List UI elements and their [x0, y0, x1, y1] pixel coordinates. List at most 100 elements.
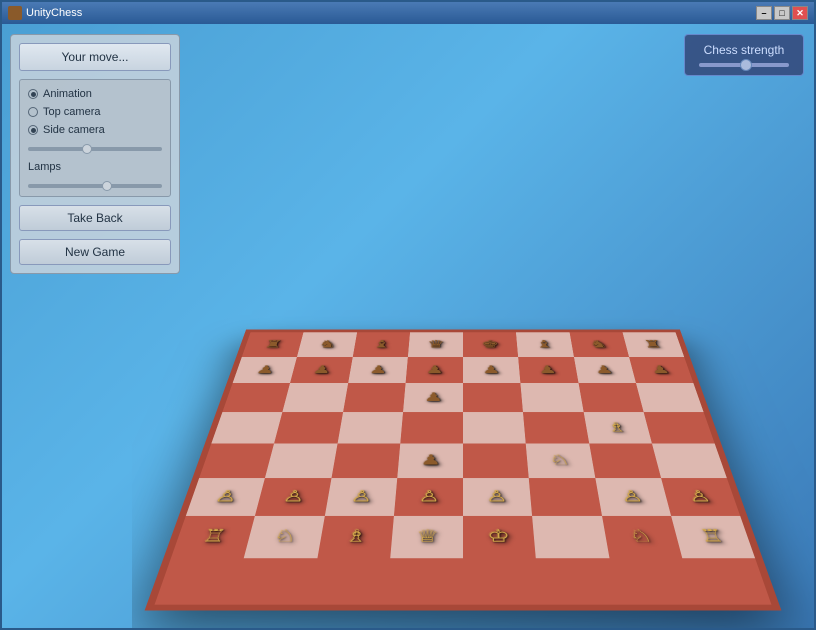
- cell-h6: [636, 383, 704, 412]
- piece-h8: ♜: [642, 339, 662, 349]
- strength-panel: Chess strength: [684, 34, 804, 76]
- cell-g7: ♟: [574, 357, 636, 383]
- lamps-slider-container: [28, 181, 162, 188]
- piece-c1: ♗: [344, 528, 369, 545]
- top-camera-radio[interactable]: [28, 107, 38, 117]
- minimize-button[interactable]: –: [756, 6, 772, 20]
- piece-g7: ♟: [594, 364, 614, 375]
- title-bar: UnityChess – □ ✕: [2, 2, 814, 24]
- side-camera-label: Side camera: [43, 124, 105, 136]
- board-grid: ♜ ♞ ♝ ♛ ♚ ♝ ♞ ♜ ♟ ♟ ♟ ♟ ♟ ♟: [155, 332, 772, 604]
- cell-e5: [463, 412, 526, 443]
- camera-slider-track: [28, 147, 162, 151]
- piece-f8: ♝: [535, 339, 554, 349]
- cell-d6: ♟: [403, 383, 463, 412]
- cell-h1: ♖: [671, 516, 755, 558]
- piece-b7: ♟: [312, 364, 332, 375]
- cell-b8: ♞: [297, 332, 357, 356]
- cell-c6: [343, 383, 406, 412]
- cell-f8: ♝: [516, 332, 573, 356]
- piece-e8: ♚: [481, 339, 499, 349]
- cell-f7: ♟: [518, 357, 578, 383]
- piece-b8: ♞: [318, 339, 338, 349]
- cell-c8: ♝: [352, 332, 409, 356]
- lamps-slider-thumb[interactable]: [102, 181, 112, 191]
- animation-option[interactable]: Animation: [28, 88, 162, 100]
- piece-c8: ♝: [372, 339, 391, 349]
- cell-d4: ♟: [397, 443, 463, 477]
- board-surface: ♜ ♞ ♝ ♛ ♚ ♝ ♞ ♜ ♟ ♟ ♟ ♟ ♟ ♟: [145, 330, 782, 611]
- cell-g1: ♘: [602, 516, 682, 558]
- cell-a4: [199, 443, 274, 477]
- cell-b6: [283, 383, 348, 412]
- piece-e1: ♔: [487, 528, 511, 545]
- piece-d3: ♙: [418, 489, 440, 505]
- cell-a8: ♜: [242, 332, 304, 356]
- piece-h7: ♟: [650, 364, 671, 375]
- cell-b5: [274, 412, 342, 443]
- title-bar-left: UnityChess: [8, 6, 82, 20]
- side-camera-option[interactable]: Side camera: [28, 124, 162, 136]
- camera-slider-thumb[interactable]: [82, 144, 92, 154]
- piece-d6: ♟: [424, 391, 443, 403]
- animation-label: Animation: [43, 88, 92, 100]
- cell-a6: [222, 383, 290, 412]
- lamps-label: Lamps: [28, 161, 162, 173]
- options-panel: Animation Top camera Side camera: [19, 79, 171, 197]
- cell-c7: ♟: [348, 357, 408, 383]
- cell-e7: ♟: [463, 357, 521, 383]
- piece-d1: ♕: [416, 528, 440, 545]
- strength-slider-thumb[interactable]: [740, 59, 752, 71]
- cell-b3: ♙: [255, 478, 331, 516]
- cell-h5: [643, 412, 714, 443]
- cell-d7: ♟: [405, 357, 463, 383]
- piece-g3: ♙: [620, 489, 645, 505]
- strength-slider-track: [699, 63, 789, 67]
- new-game-button[interactable]: New Game: [19, 239, 171, 265]
- cell-h4: [652, 443, 727, 477]
- cell-d8: ♛: [408, 332, 463, 356]
- cell-g8: ♞: [569, 332, 629, 356]
- cell-c5: [337, 412, 403, 443]
- top-camera-option[interactable]: Top camera: [28, 106, 162, 118]
- cell-f1: [532, 516, 609, 558]
- piece-c3: ♙: [350, 489, 374, 505]
- perspective-board-container: ♜ ♞ ♝ ♛ ♚ ♝ ♞ ♜ ♟ ♟ ♟ ♟ ♟ ♟: [132, 310, 814, 628]
- cell-h7: ♟: [629, 357, 694, 383]
- maximize-button[interactable]: □: [774, 6, 790, 20]
- cell-e8: ♚: [463, 332, 518, 356]
- cell-f4: ♘: [526, 443, 595, 477]
- cell-a3: ♙: [186, 478, 265, 516]
- animation-radio[interactable]: [28, 89, 38, 99]
- piece-e7: ♟: [482, 364, 501, 375]
- piece-e3: ♙: [486, 489, 508, 505]
- piece-a3: ♙: [213, 489, 239, 505]
- cell-f5: [523, 412, 589, 443]
- piece-b3: ♙: [281, 489, 306, 505]
- cell-g4: [589, 443, 661, 477]
- piece-a7: ♟: [255, 364, 276, 375]
- cell-f6: [521, 383, 584, 412]
- window-title: UnityChess: [26, 7, 82, 19]
- cell-e4: [463, 443, 529, 477]
- piece-g5: ♗: [606, 421, 629, 434]
- piece-d7: ♟: [425, 364, 444, 375]
- close-button[interactable]: ✕: [792, 6, 808, 20]
- cell-d5: [400, 412, 463, 443]
- take-back-button[interactable]: Take Back: [19, 205, 171, 231]
- title-bar-controls: – □ ✕: [756, 6, 808, 20]
- cell-e3: ♙: [463, 478, 532, 516]
- cell-a1: ♖: [171, 516, 255, 558]
- cell-f3: [529, 478, 602, 516]
- your-move-button[interactable]: Your move...: [19, 43, 171, 71]
- piece-f7: ♟: [538, 364, 558, 375]
- cell-a7: ♟: [233, 357, 298, 383]
- piece-c7: ♟: [369, 364, 389, 375]
- side-camera-radio[interactable]: [28, 125, 38, 135]
- cell-e6: [463, 383, 523, 412]
- chess-board-scene: ♜ ♞ ♝ ♛ ♚ ♝ ♞ ♜ ♟ ♟ ♟ ♟ ♟ ♟: [132, 24, 814, 628]
- piece-h3: ♙: [686, 489, 712, 505]
- app-window: UnityChess – □ ✕ ♜ ♞ ♝ ♛ ♚: [0, 0, 816, 630]
- main-content: ♜ ♞ ♝ ♛ ♚ ♝ ♞ ♜ ♟ ♟ ♟ ♟ ♟ ♟: [2, 24, 814, 628]
- cell-g5: ♗: [583, 412, 651, 443]
